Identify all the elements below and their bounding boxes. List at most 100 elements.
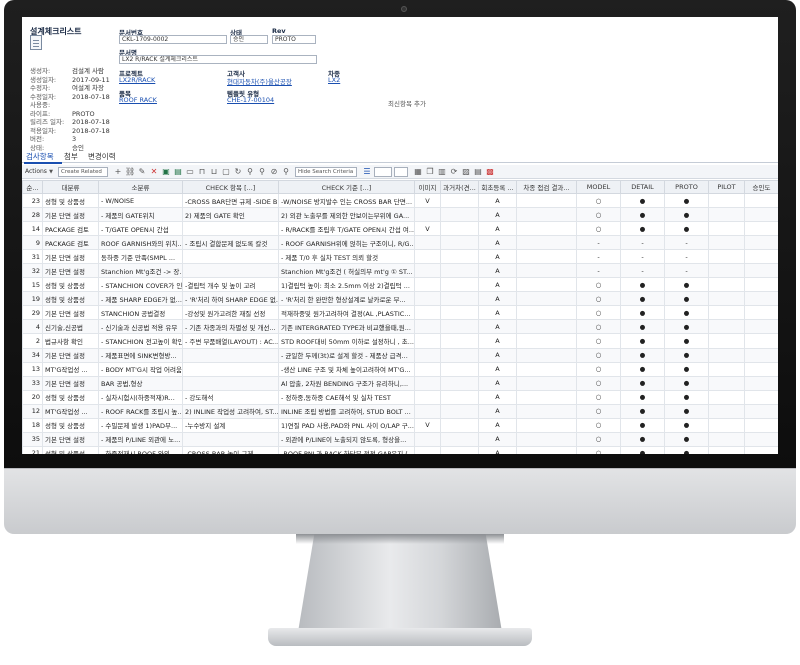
column-header[interactable]: 회초등록 ... — [478, 180, 517, 194]
column-header[interactable]: 대분류 — [42, 180, 99, 194]
column-header[interactable]: PILOT — [708, 180, 745, 194]
document-icon-btn[interactable]: ▭ — [185, 167, 195, 177]
cell-res — [516, 389, 577, 405]
cell-pilot — [708, 431, 745, 447]
cell-pilot — [708, 207, 745, 223]
table-row[interactable]: 18 성형 및 상품성 - 수밀문제 발생 1)PAD부... -누수방지 설계 1)연… — [22, 417, 778, 433]
cell-proto: ● — [664, 305, 709, 321]
column-header[interactable]: 이미지 — [414, 180, 441, 194]
cell-appr — [744, 263, 778, 279]
table-row[interactable]: 19 성형 및 상품성 - 제품 SHARP EDGE가 없... - 'R'처리 하… — [22, 291, 778, 307]
doc-no-field[interactable]: CKL-1709-0002 — [119, 35, 227, 44]
table-row[interactable]: 15 성형 및 상품성 - STANCHION COVER가 인... -결립턱 개수… — [22, 277, 778, 293]
cell-sub: - 제품표면에 SINK변형방... — [98, 347, 183, 363]
template-link[interactable]: CHE-17-00104 — [227, 96, 274, 104]
table-row[interactable]: 29 기본 단면 설정 STANCHION 공법결정 -강성및 원가고려한 재질 선정… — [22, 305, 778, 321]
table-row[interactable]: 14 PACKAGE 검토 - T/GATE OPEN시 간섭 - R/RACK를 조… — [22, 221, 778, 237]
status-field[interactable]: 승인 — [230, 35, 268, 44]
table-row[interactable]: 23 성형 및 상품성 - W/NOISE -CROSS BAR단면 규제 -SIDE… — [22, 192, 778, 209]
checkout-icon[interactable]: ▢ — [221, 167, 231, 177]
refresh-icon[interactable]: ⟳ — [449, 167, 459, 177]
cell-model: ○ — [576, 207, 621, 223]
column-header[interactable]: CHECK 항목 [...] — [182, 180, 279, 194]
table-row[interactable]: 4 신기술,신공법 - 신기술과 신공법 적용 유무 - 기존 차종과의 차별성 및 … — [22, 319, 778, 335]
find-icon[interactable]: ⚲ — [281, 167, 291, 177]
table-row[interactable]: 32 기본 단면 설정 Stanchion Mt'g조건 -> 장... Stanch… — [22, 263, 778, 279]
table-row[interactable]: 20 성형 및 상품성 - 실차시험시(하중적재)R... - 강도해석 - 정하중,동… — [22, 389, 778, 405]
page-size-input[interactable] — [374, 167, 392, 177]
cell-img — [414, 333, 441, 349]
filter-icon[interactable]: ☰ — [362, 167, 372, 177]
table-row[interactable]: 21성형 및 상품성- 하중적재시 ROOF 와의 ...-CROSS BAR … — [22, 445, 778, 454]
cell-reg: A — [478, 333, 517, 349]
columns-icon[interactable]: ▥ — [437, 167, 447, 177]
table-row[interactable]: 34 기본 단면 설정 - 제품표면에 SINK변형방... - 균일한 두께(3t)… — [22, 347, 778, 363]
unlock-icon[interactable]: ⊔ — [209, 167, 219, 177]
tab-change-history[interactable]: 변경이력 — [88, 151, 116, 162]
table-row[interactable]: 12 MT'G작업성 ... - ROOF RACK를 조립시 높... 2) INL… — [22, 403, 778, 419]
clear-search-icon[interactable]: ⊘ — [269, 167, 279, 177]
column-header[interactable]: DETAIL — [620, 180, 665, 194]
lock-icon[interactable]: ⊓ — [197, 167, 207, 177]
grid-view-icon[interactable]: ▦ — [413, 167, 423, 177]
add-icon[interactable]: + — [113, 167, 123, 177]
column-header[interactable]: 과거차(견... — [440, 180, 479, 194]
link-icon[interactable]: ⛓ — [125, 167, 135, 177]
meta-row: 적용일자: 2018-07-18 — [30, 127, 110, 136]
edit-icon[interactable]: ✎ — [137, 167, 147, 177]
doc-name-field[interactable]: LX2 R/RACK 설계체크리스트 — [119, 55, 317, 64]
table-row[interactable]: 33 기본 단면 설정 BAR 공법,형상 Al 압출, 2차원 BENDING 구조… — [22, 375, 778, 391]
report-icon[interactable]: ▩ — [485, 167, 495, 177]
column-header[interactable]: 승인도 — [744, 180, 778, 194]
cell-res — [516, 319, 577, 335]
tab-attachments[interactable]: 첨부 — [64, 151, 78, 162]
search-icon[interactable]: ⚲ — [245, 167, 255, 177]
actions-dropdown-icon[interactable]: ▼ — [46, 167, 56, 177]
project-link[interactable]: LX2R/RACK — [119, 76, 155, 84]
settings-icon[interactable]: ▨ — [461, 167, 471, 177]
hide-search-select[interactable]: Hide Search Criteria — [295, 167, 357, 177]
customer-link[interactable]: 현대자동차(주)울산공장 — [227, 76, 292, 86]
column-header[interactable]: CHECK 기준 [...] — [278, 180, 415, 194]
search-advanced-icon[interactable]: ⚲ — [257, 167, 267, 177]
create-related-select[interactable]: Create Related — [58, 167, 108, 177]
cell-detail: ● — [620, 431, 665, 447]
item-link[interactable]: ROOF RACK — [119, 96, 157, 104]
cell-pilot — [708, 305, 745, 321]
print-icon[interactable]: ▤ — [473, 167, 483, 177]
column-header[interactable]: 차종 접검 결과... — [516, 180, 577, 194]
page-number-input[interactable] — [394, 167, 408, 177]
vehicle-link[interactable]: LX2 — [328, 76, 340, 84]
rev-field[interactable]: PROTO — [272, 35, 316, 44]
revise-icon[interactable]: ↻ — [233, 167, 243, 177]
camera-icon — [401, 6, 407, 12]
cell-item: - 기존 차종과의 차별성 및 개선... — [182, 319, 279, 335]
cell-std: -생산 LINE 구조 및 차체 높이고려하여 MT'G... — [278, 361, 415, 377]
tab-inspection-items[interactable]: 검사항목 — [26, 151, 54, 162]
excel-import-icon[interactable]: ▤ — [173, 167, 183, 177]
cell-model: ○ — [576, 347, 621, 363]
actions-menu[interactable]: Actions — [25, 168, 47, 175]
cell-model: ○ — [576, 389, 621, 405]
column-header[interactable]: PROTO — [664, 180, 709, 194]
table-row[interactable]: 28 기본 단면 설정 - 제품의 GATE위치 2) 제품의 GATE 확인 2) 외… — [22, 207, 778, 223]
table-row[interactable]: 2 법규사항 확인 - STANCHION 전고높이 확인 - 주변 부품배열(LAY… — [22, 333, 778, 349]
column-header[interactable]: 순... — [22, 180, 43, 194]
cell-appr — [744, 417, 778, 433]
table-row[interactable]: 31 기본 단면 설정 동하중 기준 만족(SMPL ... - 제품 T/0 후 실… — [22, 249, 778, 265]
copy-icon[interactable]: ❐ — [425, 167, 435, 177]
cell-detail: ● — [620, 417, 665, 433]
table-row[interactable]: 9 PACKAGE 검토 ROOF GARNISH와의 위치... - 조립시 결합문… — [22, 235, 778, 251]
delete-icon[interactable]: ✕ — [149, 167, 159, 177]
cell-detail: ● — [620, 221, 665, 237]
cell-detail: ● — [620, 277, 665, 293]
column-header[interactable]: 소분류 — [98, 180, 183, 194]
column-header[interactable]: MODEL — [576, 180, 621, 194]
cell-reg: A — [478, 305, 517, 321]
monitor-stand-base — [268, 628, 532, 646]
cell-cat: 기본 단면 설정 — [42, 305, 99, 321]
table-row[interactable]: 13 MT'G작업성 ... - BODY MT'G시 작업 어려움 -생산 LINE… — [22, 361, 778, 377]
meta-key: 수정자: — [30, 84, 51, 92]
table-row[interactable]: 35 기본 단면 설정 - 제품의 P/LINE 외관에 노... - 외관에 P/L… — [22, 431, 778, 447]
excel-export-icon[interactable]: ▣ — [161, 167, 171, 177]
